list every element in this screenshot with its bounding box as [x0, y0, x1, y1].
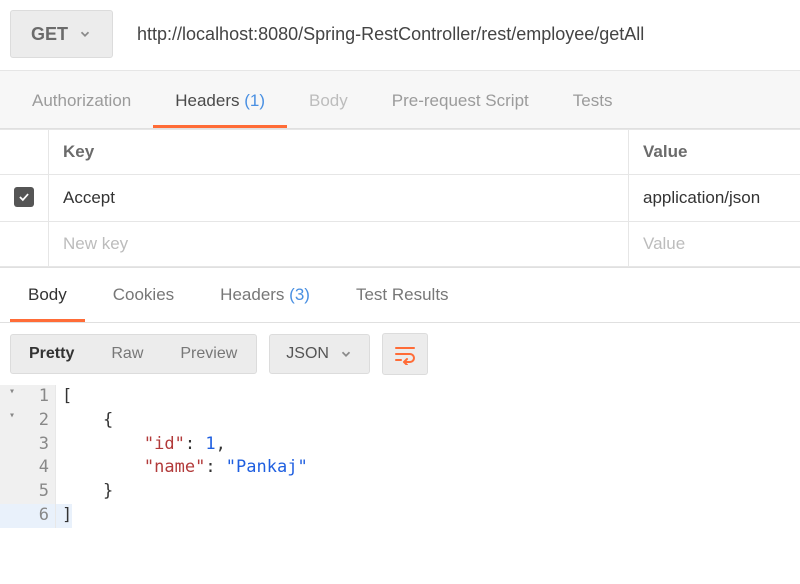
line-number: 6 — [0, 504, 56, 528]
view-mode-segment: Pretty Raw Preview — [10, 334, 257, 374]
wrap-icon — [393, 343, 417, 365]
code-text: { — [56, 409, 113, 433]
response-tab-headers-label: Headers — [220, 285, 284, 304]
fold-toggle-icon[interactable]: ▾ — [9, 385, 15, 399]
response-tab-cookies[interactable]: Cookies — [95, 269, 192, 322]
header-checkbox-column — [0, 130, 49, 175]
code-line: 5 } — [0, 480, 800, 504]
code-text: "id": 1, — [56, 433, 226, 457]
format-dropdown[interactable]: JSON — [269, 334, 370, 374]
line-number: 2▾ — [0, 409, 56, 433]
table-row: Accept application/json — [0, 175, 800, 222]
code-text: ] — [56, 504, 72, 528]
view-raw[interactable]: Raw — [93, 335, 162, 373]
code-text: [ — [56, 385, 72, 409]
code-text: "name": "Pankaj" — [56, 456, 308, 480]
tab-prerequest[interactable]: Pre-request Script — [370, 73, 551, 128]
response-tab-headers-count: (3) — [289, 285, 310, 304]
fold-toggle-icon[interactable]: ▾ — [9, 409, 15, 423]
http-method-dropdown[interactable]: GET — [10, 10, 113, 58]
response-body-code[interactable]: 1▾[2▾ {3 "id": 1,4 "name": "Pankaj"5 }6] — [0, 385, 800, 528]
headers-table: Key Value Accept application/json New ke… — [0, 129, 800, 267]
tab-headers-count: (1) — [244, 91, 265, 110]
line-number: 4 — [0, 456, 56, 480]
table-row-new: New key Value — [0, 222, 800, 267]
header-key-column: Key — [49, 130, 629, 175]
response-tab-test-results[interactable]: Test Results — [338, 269, 467, 322]
request-bar: GET — [0, 0, 800, 71]
tab-headers-label: Headers — [175, 91, 239, 110]
line-number: 3 — [0, 433, 56, 457]
response-tab-body[interactable]: Body — [10, 269, 85, 322]
view-pretty[interactable]: Pretty — [11, 335, 93, 373]
code-text: } — [56, 480, 113, 504]
header-key-new[interactable]: New key — [49, 222, 629, 267]
code-line: 6] — [0, 504, 800, 528]
wrap-lines-button[interactable] — [382, 333, 428, 375]
format-label: JSON — [286, 345, 329, 363]
chevron-down-icon — [78, 27, 92, 41]
response-toolbar: Pretty Raw Preview JSON — [0, 323, 800, 385]
header-row-checkbox[interactable] — [14, 187, 34, 207]
header-value-cell[interactable]: application/json — [629, 175, 800, 222]
code-line: 1▾[ — [0, 385, 800, 409]
response-tabs: Body Cookies Headers (3) Test Results — [0, 267, 800, 323]
tab-tests[interactable]: Tests — [551, 73, 635, 128]
request-tabs: Authorization Headers (1) Body Pre-reque… — [0, 71, 800, 129]
chevron-down-icon — [339, 347, 353, 361]
header-value-column: Value — [629, 130, 800, 175]
code-line: 4 "name": "Pankaj" — [0, 456, 800, 480]
line-number: 1▾ — [0, 385, 56, 409]
tab-authorization[interactable]: Authorization — [10, 73, 153, 128]
header-value-new[interactable]: Value — [629, 222, 800, 267]
check-icon — [17, 190, 31, 204]
tab-body[interactable]: Body — [287, 73, 370, 128]
view-preview[interactable]: Preview — [162, 335, 256, 373]
url-input[interactable] — [131, 10, 790, 58]
line-number: 5 — [0, 480, 56, 504]
tab-headers[interactable]: Headers (1) — [153, 73, 287, 128]
header-key-cell[interactable]: Accept — [49, 175, 629, 222]
response-tab-headers[interactable]: Headers (3) — [202, 269, 328, 322]
code-line: 2▾ { — [0, 409, 800, 433]
code-line: 3 "id": 1, — [0, 433, 800, 457]
http-method-label: GET — [31, 24, 68, 45]
